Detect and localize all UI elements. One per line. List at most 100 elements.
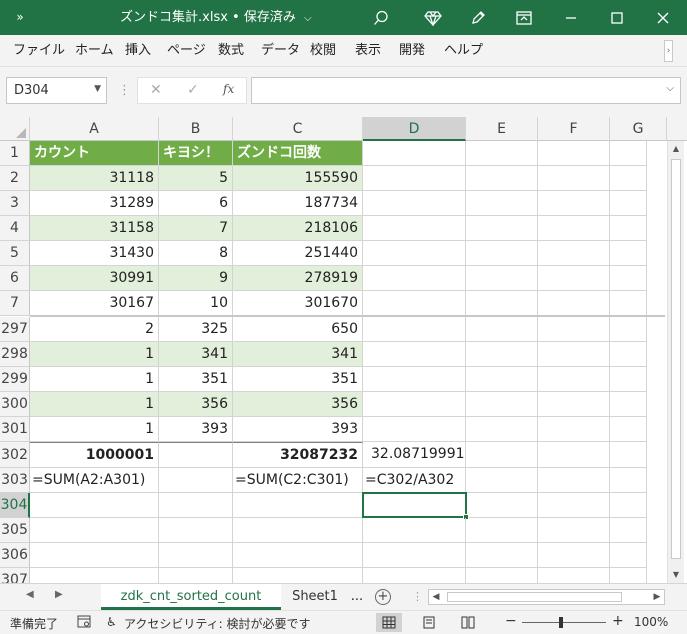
name-box[interactable]: D304 ▼ <box>6 77 107 104</box>
cell-E3[interactable] <box>466 191 538 216</box>
page-layout-view-icon[interactable] <box>416 613 442 632</box>
cell-C297[interactable]: 650 <box>233 317 363 342</box>
cell-E6[interactable] <box>466 266 538 291</box>
zoom-level[interactable]: 100% <box>634 615 668 629</box>
cell-E297[interactable] <box>466 317 538 342</box>
macro-record-icon[interactable] <box>77 615 91 631</box>
add-sheet-icon[interactable]: + <box>375 589 391 605</box>
cell-D299[interactable] <box>363 367 466 392</box>
cell-G305[interactable] <box>610 518 647 543</box>
ribbon-scroll-right-icon[interactable]: › <box>664 40 673 62</box>
cell-D304[interactable] <box>363 493 466 518</box>
column-header-e[interactable]: E <box>466 117 538 141</box>
cell-G7[interactable] <box>610 291 647 316</box>
accessibility-status[interactable]: アクセシビリティ: 検討が必要です <box>124 615 311 632</box>
column-header-g[interactable]: G <box>610 117 667 141</box>
cell-D302[interactable]: 32.08719991 <box>363 442 466 468</box>
cell-A302[interactable]: 1000001 <box>30 442 159 468</box>
more-sheets-button[interactable]: ... <box>348 584 366 610</box>
cell-C303[interactable]: =SUM(C2:C301) <box>233 468 363 493</box>
cell-B306[interactable] <box>159 543 233 568</box>
cell-A5[interactable]: 31430 <box>30 241 159 266</box>
select-all-button[interactable] <box>0 117 30 141</box>
cell-C305[interactable] <box>233 518 363 543</box>
cell-F5[interactable] <box>538 241 610 266</box>
cell-D300[interactable] <box>363 392 466 417</box>
row-header[interactable]: 4 <box>0 216 30 241</box>
drag-handle-icon[interactable]: ⋮ <box>118 83 131 98</box>
cell-D298[interactable] <box>363 342 466 367</box>
cell-F303[interactable] <box>538 468 610 493</box>
window-title[interactable]: ズンドコ集計.xlsx • 保存済み ⌵ <box>120 0 312 35</box>
cell-C301[interactable]: 393 <box>233 417 363 442</box>
cell-F301[interactable] <box>538 417 610 442</box>
cell-E5[interactable] <box>466 241 538 266</box>
cell-B300[interactable]: 356 <box>159 392 233 417</box>
cell-F6[interactable] <box>538 266 610 291</box>
cell-A304[interactable] <box>30 493 159 518</box>
pen-icon[interactable] <box>455 0 501 35</box>
normal-view-icon[interactable] <box>376 613 402 632</box>
tab-home[interactable]: ホーム <box>75 35 114 67</box>
cell-D301[interactable] <box>363 417 466 442</box>
cell-G5[interactable] <box>610 241 647 266</box>
row-header[interactable]: 5 <box>0 241 30 266</box>
tab-review[interactable]: 校閲 <box>310 35 336 67</box>
cell-A306[interactable] <box>30 543 159 568</box>
cell-B5[interactable]: 8 <box>159 241 233 266</box>
cell-E298[interactable] <box>466 342 538 367</box>
search-icon[interactable] <box>358 0 404 35</box>
cell-G302[interactable] <box>610 442 647 468</box>
zoom-slider[interactable] <box>522 617 606 628</box>
row-header[interactable]: 3 <box>0 191 30 216</box>
cell-G4[interactable] <box>610 216 647 241</box>
row-header[interactable]: 6 <box>0 266 30 291</box>
cell-B305[interactable] <box>159 518 233 543</box>
tab-help[interactable]: ヘルプ <box>444 35 483 67</box>
cell-D1[interactable] <box>363 141 466 166</box>
next-sheet-icon[interactable]: ▶ <box>55 589 63 600</box>
cell-D5[interactable] <box>363 241 466 266</box>
horizontal-scroll-thumb[interactable] <box>447 592 622 602</box>
row-header[interactable]: 303 <box>0 468 30 493</box>
cell-C306[interactable] <box>233 543 363 568</box>
maximize-icon[interactable] <box>594 0 640 35</box>
cell-D3[interactable] <box>363 191 466 216</box>
chevron-down-icon[interactable]: ▼ <box>94 84 101 94</box>
minimize-icon[interactable] <box>548 0 594 35</box>
cell-C302[interactable]: 32087232 <box>233 442 363 468</box>
row-header[interactable]: 299 <box>0 367 30 392</box>
row-header[interactable]: 305 <box>0 518 30 543</box>
cell-C1[interactable]: ズンドコ回数 <box>233 141 363 166</box>
cancel-icon[interactable]: ✕ <box>150 82 162 98</box>
cell-G301[interactable] <box>610 417 647 442</box>
cell-A6[interactable]: 30991 <box>30 266 159 291</box>
premium-diamond-icon[interactable] <box>410 0 456 35</box>
sheet-tab-sheet1[interactable]: Sheet1 <box>285 584 345 610</box>
row-header[interactable]: 301 <box>0 417 30 442</box>
expand-formula-bar-icon[interactable]: ⌵ <box>666 83 674 94</box>
cell-A297[interactable]: 2 <box>30 317 159 342</box>
cell-F298[interactable] <box>538 342 610 367</box>
cell-B307[interactable] <box>159 568 233 583</box>
cell-E302[interactable] <box>466 442 538 468</box>
cell-G299[interactable] <box>610 367 647 392</box>
close-icon[interactable] <box>640 0 686 35</box>
cell-C307[interactable] <box>233 568 363 583</box>
zoom-slider-knob[interactable] <box>559 617 563 628</box>
cell-F3[interactable] <box>538 191 610 216</box>
sheet-tab-zdk-cnt-sorted-count[interactable]: zdk_cnt_sorted_count <box>101 584 281 610</box>
cell-C4[interactable]: 218106 <box>233 216 363 241</box>
cell-A305[interactable] <box>30 518 159 543</box>
row-header[interactable]: 297 <box>0 317 30 342</box>
cell-A299[interactable]: 1 <box>30 367 159 392</box>
cell-B304[interactable] <box>159 493 233 518</box>
row-header[interactable]: 307 <box>0 568 30 583</box>
cell-D297[interactable] <box>363 317 466 342</box>
row-header[interactable]: 304 <box>0 493 30 518</box>
cell-G306[interactable] <box>610 543 647 568</box>
cell-D305[interactable] <box>363 518 466 543</box>
cell-A300[interactable]: 1 <box>30 392 159 417</box>
tab-data[interactable]: データ <box>261 35 300 67</box>
cell-D303[interactable]: =C302/A302 <box>363 468 466 493</box>
